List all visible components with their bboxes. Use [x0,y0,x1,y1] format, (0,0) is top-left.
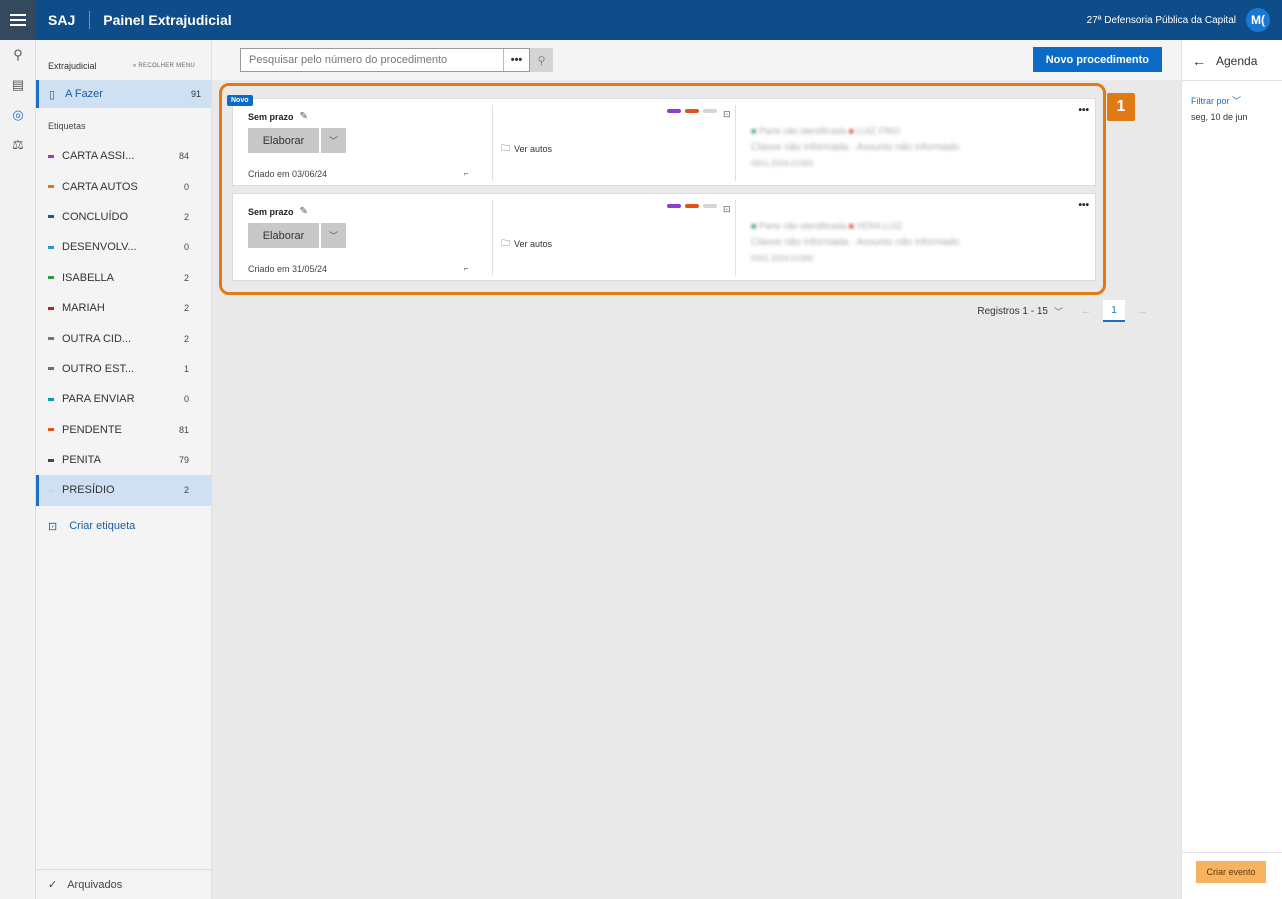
page-number[interactable]: 1 [1103,300,1125,322]
menu-icon[interactable] [0,0,36,40]
app-title: Painel Extrajudicial [103,12,232,28]
toolbar: Pesquisar pelo número do procedimento ••… [212,40,1181,80]
search-input[interactable]: Pesquisar pelo número do procedimento [241,54,503,66]
tag-count: 0 [183,242,189,253]
sidebar-tag-item[interactable]: CONCLUÍDO 2 [36,202,211,232]
tags-heading: Etiquetas [48,121,86,131]
tag-color-swatch [48,154,54,158]
tag-count: 2 [183,272,189,283]
collapse-menu-button[interactable]: « RECOLHER MENU [133,63,195,69]
tag-add-icon: ⊡ [48,520,58,533]
tag-color-swatch [48,215,54,219]
tag-name: MARIAH [62,302,105,315]
tag-color-swatch [48,488,54,492]
tag-color-swatch [48,458,54,462]
tag-name: PRESÍDIO [62,484,115,497]
callout-number: 1 [1107,93,1135,121]
tag-name: CARTA AUTOS [62,180,138,193]
sidebar-tag-item[interactable]: MARIAH 2 [36,293,211,323]
tag-count: 84 [178,151,189,162]
agenda-panel: ← Agenda Filtrar por ﹀ seg, 10 de jun Cr… [1181,40,1282,899]
handshake-icon[interactable]: ◎ [0,100,36,130]
archived-label: Arquivados [67,878,123,891]
sidebar-tag-item[interactable]: PENITA 79 [36,445,211,475]
back-arrow-icon[interactable]: ← [1192,53,1206,69]
scales-icon[interactable]: ⚖ [0,130,36,160]
sidebar-item-label: A Fazer [65,88,103,100]
next-page-icon[interactable]: → [1131,300,1153,322]
agenda-date: seg, 10 de jun [1191,112,1248,122]
tag-count: 2 [183,333,189,344]
tag-name: CARTA ASSI... [62,150,135,163]
tag-name: CONCLUÍDO [62,210,129,223]
tag-count: 2 [183,485,189,496]
sidebar-tag-item[interactable]: ISABELLA 2 [36,263,211,293]
chevron-down-icon[interactable]: ﹀ [1054,305,1063,318]
create-event-button[interactable]: Criar evento [1196,861,1266,883]
filter-label: Filtrar por [1191,96,1230,106]
sidebar-tag-item[interactable]: CARTA AUTOS 0 [36,171,211,201]
sidebar-item-count: 91 [190,89,201,99]
search-field[interactable]: Pesquisar pelo número do procedimento ••… [240,48,530,72]
tag-count: 2 [183,211,189,222]
tag-color-swatch [48,276,54,280]
org-name[interactable]: 27ª Defensoria Pública da Capital [1087,15,1236,26]
tag-name: PENDENTE [62,423,122,436]
sidebar-tag-item[interactable]: PENDENTE 81 [36,415,211,445]
people-search-icon[interactable]: ⚲ [0,40,36,70]
tag-name: OUTRO EST... [62,362,135,375]
records-label[interactable]: Registros 1 - 15 [977,306,1048,317]
search-icon[interactable]: ⚲ [530,48,553,72]
tag-name: PARA ENVIAR [62,393,135,406]
more-options-button[interactable]: ••• [503,49,529,71]
tag-color-swatch [48,245,54,249]
tag-count: 81 [178,424,189,435]
icon-rail: ⚲ ▤ ◎ ⚖ [0,40,36,899]
tag-color-swatch [48,397,54,401]
archived-button[interactable]: ✓ Arquivados [36,869,212,899]
agenda-title: Agenda [1216,54,1258,68]
tag-count: 79 [178,455,189,466]
sidebar-tag-item[interactable]: PRESÍDIO 2 [36,475,211,506]
user-avatar[interactable]: M( [1246,8,1270,32]
tag-count: 0 [183,394,189,405]
tag-name: OUTRA CID... [62,332,132,345]
tag-count: 1 [183,363,189,374]
sidebar: Extrajudicial « RECOLHER MENU ▯ A Fazer … [36,40,212,899]
tag-color-swatch [48,306,54,310]
main-content: Pesquisar pelo número do procedimento ••… [212,40,1181,899]
tag-color-swatch [48,367,54,371]
sidebar-tag-item[interactable]: OUTRO EST... 1 [36,354,211,384]
tag-count: 0 [183,181,189,192]
filter-dropdown[interactable]: Filtrar por ﹀ [1191,94,1241,107]
book-icon: ▯ [49,88,56,101]
brand-logo[interactable]: SAJ [36,11,91,29]
prev-page-icon[interactable]: ← [1075,300,1097,322]
tag-color-swatch [48,185,54,189]
tag-name: PENITA [62,454,101,467]
sidebar-tag-item[interactable]: CARTA ASSI... 84 [36,141,211,171]
new-procedure-button[interactable]: Novo procedimento [1032,47,1162,72]
tag-color-swatch [48,337,54,341]
sidebar-item-a-fazer[interactable]: ▯ A Fazer 91 [36,80,211,108]
tag-color-swatch [48,428,54,432]
sidebar-tag-item[interactable]: PARA ENVIAR 0 [36,384,211,414]
tag-count: 2 [183,303,189,314]
sidebar-tag-item[interactable]: DESENVOLV... 0 [36,232,211,262]
building-icon[interactable]: ▤ [0,70,36,100]
highlight-box [219,83,1106,295]
create-tag-label: Criar etiqueta [69,520,136,533]
pagination: Registros 1 - 15 ﹀ ← 1 → [977,300,1153,322]
tag-name: ISABELLA [62,271,114,284]
tag-name: DESENVOLV... [62,241,137,254]
create-tag-button[interactable]: ⊡ Criar etiqueta [36,506,211,547]
top-bar: SAJ Painel Extrajudicial 27ª Defensoria … [0,0,1282,40]
sidebar-section-title: Extrajudicial [48,61,97,71]
check-icon: ✓ [48,879,58,891]
sidebar-tag-item[interactable]: OUTRA CID... 2 [36,323,211,353]
chevron-down-icon: ﹀ [1232,96,1242,106]
